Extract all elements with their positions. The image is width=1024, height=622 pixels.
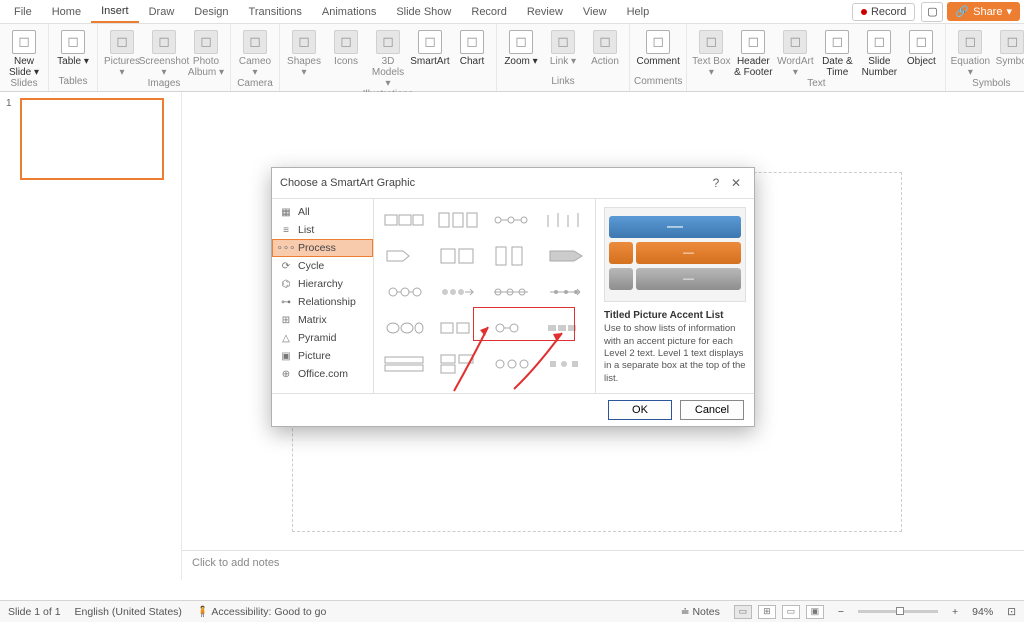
smartart-dialog: Choose a SmartArt Graphic ? ✕ ▦ All ≡ List ∘… — [271, 167, 755, 427]
gallery-item[interactable] — [432, 347, 484, 381]
gallery-item[interactable] — [378, 275, 430, 309]
preview-description: Use to show lists of information with an… — [604, 323, 746, 385]
category-label: Matrix — [298, 314, 327, 326]
category-icon: ∘∘∘ — [280, 242, 292, 254]
view-buttons: ▭ ⊞ ▭ ▣ — [734, 605, 824, 619]
category-icon: ⟳ — [280, 260, 292, 272]
category-label: Picture — [298, 350, 331, 362]
category-label: Pyramid — [298, 332, 337, 344]
gallery-item[interactable] — [539, 347, 591, 381]
category-matrix[interactable]: ⊞ Matrix — [272, 311, 373, 329]
zoom-level[interactable]: 94% — [972, 606, 993, 618]
slide-info: Slide 1 of 1 — [8, 606, 61, 618]
dialog-body: ▦ All ≡ List ∘∘∘ Process ⟳ Cycle ⌬ Hierarchy ⊶ Rela… — [272, 198, 754, 394]
zoom-slider[interactable] — [858, 610, 938, 613]
category-label: Office.com — [298, 368, 348, 380]
category-picture[interactable]: ▣ Picture — [272, 347, 373, 365]
category-office-com[interactable]: ⊕ Office.com — [272, 365, 373, 383]
category-icon: ▦ — [280, 206, 292, 218]
category-icon: ≡ — [280, 224, 292, 236]
category-label: All — [298, 206, 310, 218]
category-icon: ▣ — [280, 350, 292, 362]
preview-graphic: — — — — [604, 207, 746, 302]
accessibility-icon: 🧍 — [196, 606, 209, 618]
gallery-item[interactable] — [378, 203, 430, 237]
gallery-item[interactable] — [432, 311, 484, 345]
category-label: Relationship — [298, 296, 356, 308]
cancel-button[interactable]: Cancel — [680, 400, 744, 420]
category-icon: ⊕ — [280, 368, 292, 380]
preview-pane: — — — Titled Picture Accent List Use to … — [596, 199, 754, 393]
graphic-gallery[interactable] — [374, 199, 596, 393]
category-icon: △ — [280, 332, 292, 344]
gallery-item[interactable] — [539, 203, 591, 237]
gallery-item[interactable] — [539, 275, 591, 309]
gallery-item[interactable] — [432, 203, 484, 237]
language-status[interactable]: English (United States) — [75, 606, 182, 618]
preview-bar-1: — — [609, 216, 741, 238]
dialog-titlebar: Choose a SmartArt Graphic ? ✕ — [272, 168, 754, 198]
gallery-item[interactable] — [486, 275, 538, 309]
close-button[interactable]: ✕ — [726, 174, 746, 192]
normal-view-button[interactable]: ▭ — [734, 605, 752, 619]
category-label: List — [298, 224, 314, 236]
dialog-overlay: Choose a SmartArt Graphic ? ✕ ▦ All ≡ List ∘… — [0, 0, 1024, 622]
sorter-view-button[interactable]: ⊞ — [758, 605, 776, 619]
category-pyramid[interactable]: △ Pyramid — [272, 329, 373, 347]
reading-view-button[interactable]: ▭ — [782, 605, 800, 619]
zoom-in-button[interactable]: + — [952, 606, 958, 618]
category-icon: ⊞ — [280, 314, 292, 326]
category-icon: ⌬ — [280, 278, 292, 290]
gallery-item[interactable] — [486, 347, 538, 381]
preview-title: Titled Picture Accent List — [604, 310, 746, 321]
ok-button[interactable]: OK — [608, 400, 672, 420]
dialog-footer: OK Cancel — [272, 394, 754, 426]
category-relationship[interactable]: ⊶ Relationship — [272, 293, 373, 311]
category-icon: ⊶ — [280, 296, 292, 308]
gallery-item[interactable] — [539, 311, 591, 345]
category-label: Cycle — [298, 260, 324, 272]
slideshow-view-button[interactable]: ▣ — [806, 605, 824, 619]
gallery-item[interactable] — [539, 239, 591, 273]
category-cycle[interactable]: ⟳ Cycle — [272, 257, 373, 275]
dialog-title: Choose a SmartArt Graphic — [280, 177, 415, 189]
category-process[interactable]: ∘∘∘ Process — [272, 239, 373, 257]
category-all[interactable]: ▦ All — [272, 203, 373, 221]
gallery-item[interactable] — [378, 239, 430, 273]
notes-toggle[interactable]: ≐ Notes — [681, 606, 720, 618]
gallery-item[interactable] — [486, 311, 538, 345]
status-bar: Slide 1 of 1 English (United States) 🧍 A… — [0, 600, 1024, 622]
gallery-item[interactable] — [432, 275, 484, 309]
category-list: ▦ All ≡ List ∘∘∘ Process ⟳ Cycle ⌬ Hierarchy ⊶ Rela… — [272, 199, 374, 393]
zoom-out-button[interactable]: − — [838, 606, 844, 618]
category-label: Hierarchy — [298, 278, 343, 290]
gallery-item[interactable] — [486, 239, 538, 273]
fit-to-window-button[interactable]: ⊡ — [1007, 606, 1016, 618]
accessibility-status[interactable]: 🧍 Accessibility: Good to go — [196, 605, 326, 618]
category-list[interactable]: ≡ List — [272, 221, 373, 239]
gallery-item[interactable] — [486, 203, 538, 237]
gallery-item[interactable] — [378, 311, 430, 345]
category-label: Process — [298, 242, 336, 254]
help-button[interactable]: ? — [706, 174, 726, 192]
gallery-item[interactable] — [432, 239, 484, 273]
category-hierarchy[interactable]: ⌬ Hierarchy — [272, 275, 373, 293]
gallery-item[interactable] — [378, 347, 430, 381]
